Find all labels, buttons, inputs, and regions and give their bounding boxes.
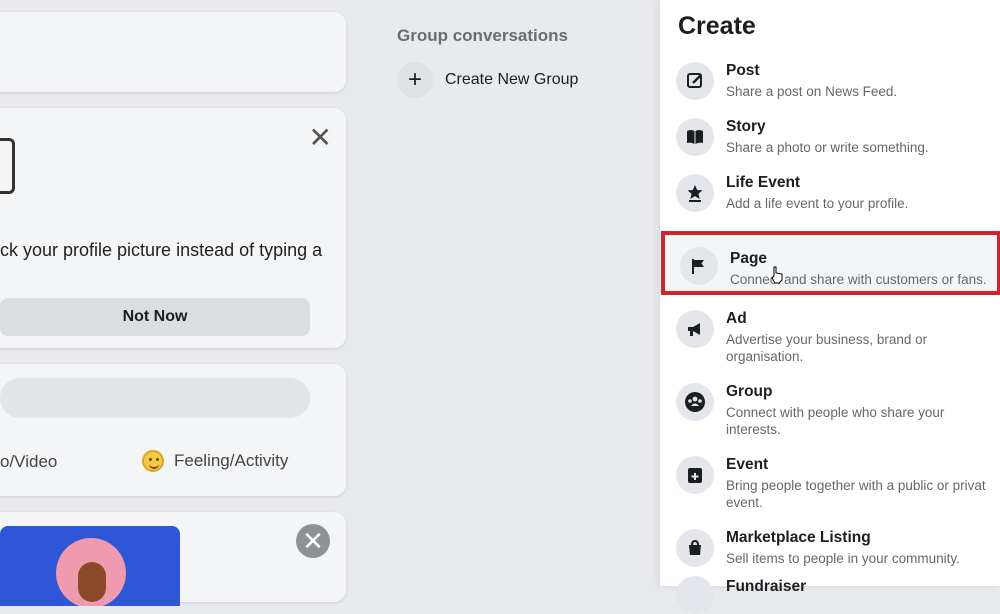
create-page-item[interactable]: Page Connect and share with customers or… [661,231,1000,295]
create-fundraiser-item[interactable]: Fundraiser [660,576,1000,614]
create-post-item[interactable]: Post Share a post on News Feed. [660,62,1000,114]
book-icon [676,118,714,156]
create-ad-desc: Advertise your business, brand or [726,332,928,347]
photo-video-button[interactable]: o/Video [0,452,57,472]
avatar-illustration [0,526,180,606]
create-life-event-item[interactable]: Life Event Add a life event to your prof… [660,174,1000,226]
profile-picture-prompt-card: ✕ ck your profile picture instead of typ… [0,108,346,348]
create-marketplace-item[interactable]: Marketplace Listing Sell items to people… [660,529,1000,569]
suggestion-card: ✕ [0,512,346,606]
group-icon [676,383,714,421]
megaphone-icon [676,310,714,348]
create-page-desc: Connect and share with customers or fans… [730,272,987,287]
prompt-message: ck your profile picture instead of typin… [0,240,323,260]
not-now-button[interactable]: Not Now [0,298,310,336]
create-menu-title: Create [678,12,756,40]
create-marketplace-desc: Sell items to people in your community. [726,551,960,566]
create-post-desc: Share a post on News Feed. [726,84,898,99]
flag-icon [680,247,718,285]
profile-picture-illustration-icon [0,138,15,194]
create-group-item[interactable]: Group Connect with people who share your… [660,383,1000,443]
star-icon [676,174,714,212]
create-event-title: Event [726,456,769,473]
dismiss-icon[interactable]: ✕ [296,524,330,558]
avatar-face [78,562,106,602]
create-ad-title: Ad [726,310,747,327]
create-story-desc: Share a photo or write something. [726,140,929,155]
smiley-icon [142,450,164,472]
create-event-desc: Bring people together with a public or p… [726,478,986,493]
group-conversations-heading: Group conversations [397,26,568,45]
hand-cursor-icon [771,266,783,284]
feeling-activity-label: Feeling/Activity [174,451,289,470]
create-story-item[interactable]: Story Share a photo or write something. [660,118,1000,170]
feed-top-card [0,12,346,92]
create-new-group-label: Create New Group [445,71,579,88]
create-fundraiser-title: Fundraiser [726,578,807,595]
create-group-title: Group [726,383,773,400]
create-page-title: Page [730,250,768,267]
create-life-event-title: Life Event [726,174,801,191]
composer-input[interactable] [0,378,310,418]
create-new-group-button[interactable]: + Create New Group [397,62,578,98]
plus-icon: + [397,62,433,98]
fundraiser-icon [676,576,714,614]
calendar-icon [676,456,714,494]
edit-icon [676,62,714,100]
feeling-activity-button[interactable]: Feeling/Activity [142,450,288,472]
shopping-bag-icon [676,529,714,567]
create-event-desc-line2: event. [726,495,763,510]
create-ad-item[interactable]: Ad Advertise your business, brand or org… [660,310,1000,370]
create-life-event-desc: Add a life event to your profile. [726,196,909,211]
create-post-title: Post [726,62,760,79]
create-marketplace-title: Marketplace Listing [726,529,871,546]
create-ad-desc-line2: organisation. [726,349,804,364]
create-story-title: Story [726,118,766,135]
close-icon[interactable]: ✕ [309,124,332,152]
create-group-desc: Connect with people who share your [726,405,945,420]
composer-card: o/Video Feeling/Activity [0,364,346,496]
create-group-desc-line2: interests. [726,422,781,437]
create-event-item[interactable]: Event Bring people together with a publi… [660,456,1000,516]
